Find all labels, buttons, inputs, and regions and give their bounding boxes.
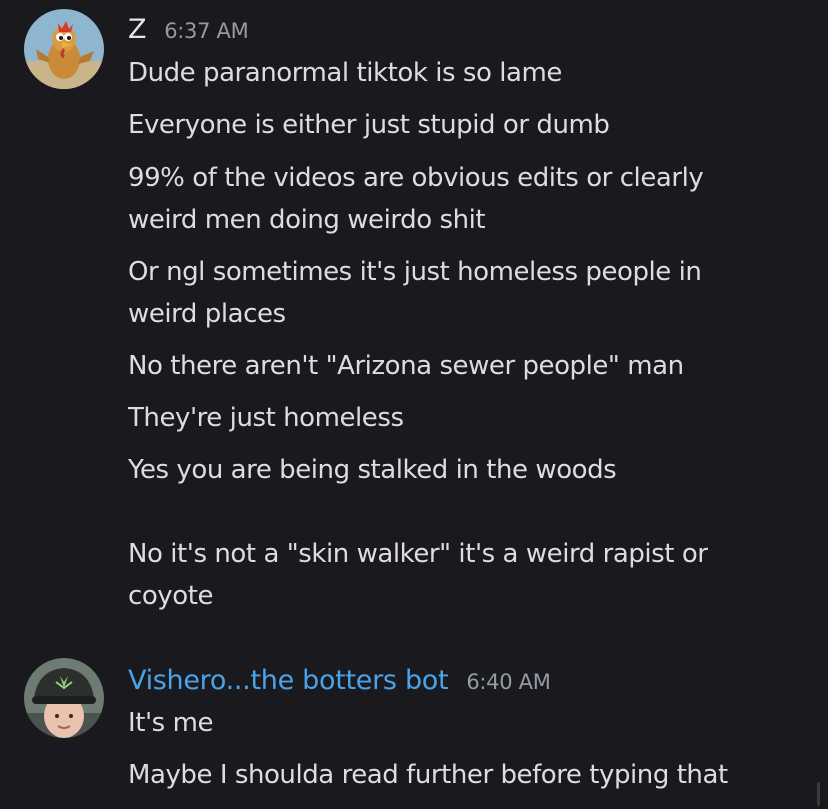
avatar[interactable] — [24, 658, 104, 738]
username[interactable]: Z — [128, 14, 147, 45]
message-group-vishero: Vishero...the botters bot 6:40 AM It's m… — [0, 640, 828, 809]
message-line: weird men doing weirdo shit — [128, 205, 486, 235]
username[interactable]: Vishero...the botters bot — [128, 665, 449, 696]
scrollbar-thumb[interactable] — [817, 782, 820, 806]
message-timestamp: 6:40 AM — [466, 670, 551, 694]
message-line: Maybe I shoulda read further before typi… — [128, 760, 728, 790]
message-line: coyote — [128, 581, 213, 611]
avatar[interactable] — [24, 9, 104, 89]
message-timestamp: 6:37 AM — [164, 19, 249, 43]
person-with-cap-avatar-icon — [24, 658, 104, 738]
message-line: 99% of the videos are obvious edits or c… — [128, 163, 704, 193]
message-line: No it's not a "skin walker" it's a weird… — [128, 539, 708, 569]
message-line: It's me — [128, 708, 213, 738]
message-line: No there aren't "Arizona sewer people" m… — [128, 351, 684, 381]
message-line: Yes you are being stalked in the woods — [128, 455, 617, 485]
message-line: Dude paranormal tiktok is so lame — [128, 58, 562, 88]
message-line: Everyone is either just stupid or dumb — [128, 110, 610, 140]
message-line: They're just homeless — [128, 403, 404, 433]
message-group-z: Z 6:37 AM Dude paranormal tiktok is so l… — [0, 0, 828, 620]
message-line: weird places — [128, 299, 286, 329]
rooster-cartoon-avatar-icon — [24, 9, 104, 89]
message-line: Or ngl sometimes it's just homeless peop… — [128, 257, 702, 287]
